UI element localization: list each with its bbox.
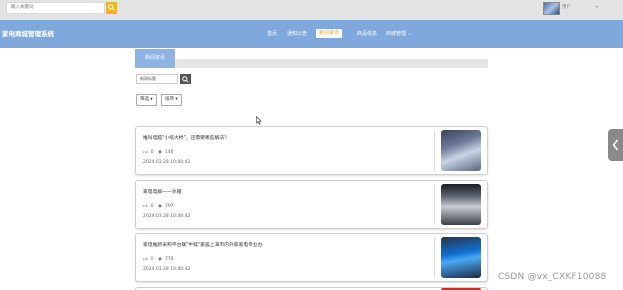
nav-item-news[interactable]: 新闻资讯 (316, 29, 343, 38)
news-card-date: 2024.03.28 10:00:42 (143, 160, 191, 165)
news-card-stats: 👍︎ 0 ◉ 770 (143, 257, 177, 262)
view-icon: ◉ (158, 257, 162, 262)
like-icon: 👍︎ (143, 257, 148, 262)
chevron-down-icon: ⌄ (407, 31, 412, 37)
chevron-down-icon: ▾ (174, 97, 178, 102)
like-icon: 👍︎ (143, 150, 148, 155)
top-bar: 输入关键词 用户 ▾ (0, 0, 623, 20)
filter-dropdown-label: 筛选 (140, 97, 149, 102)
view-count: 797 (164, 204, 174, 209)
filter-search-button[interactable] (180, 74, 191, 84)
like-icon: 👍︎ (143, 204, 148, 209)
news-card-stats: 👍︎ 0 ◉ 146 (143, 150, 177, 155)
view-icon: ◉ (158, 150, 162, 155)
nav-item-mall-manage[interactable]: 商城管理 ⌄ (386, 30, 412, 38)
avatar[interactable] (543, 2, 560, 15)
like-count: 0 (150, 257, 154, 262)
sort-dropdown[interactable]: 排序 ▾ (161, 94, 182, 106)
news-card-title[interactable]: 推叫电脑"小纸大桥"，还需要哪些解法？ (143, 134, 229, 141)
sort-dropdown-label: 排序 (165, 97, 174, 102)
view-count: 770 (164, 257, 174, 262)
side-collapse-tab[interactable] (608, 129, 623, 161)
nav-item-notices[interactable]: 通知公告 (287, 30, 307, 38)
card-divider (434, 131, 435, 171)
filter-dropdown[interactable]: 筛选 ▾ (136, 94, 157, 106)
main-nav: 家电商城管理系统 首页 通知公告 新闻资讯 商品信息 商城管理 ⌄ (0, 20, 623, 48)
card-divider (434, 185, 435, 225)
nav-item-mall-manage-label: 商城管理 (386, 31, 407, 37)
card-divider (434, 238, 435, 278)
nav-item-home[interactable]: 首页 (267, 30, 277, 38)
view-count: 146 (164, 150, 174, 155)
section-divider (175, 59, 488, 68)
search-icon (108, 4, 115, 11)
news-card-stats: 👍︎ 0 ◉ 797 (143, 204, 177, 209)
like-count: 0 (150, 204, 154, 209)
search-input[interactable]: 输入关键词 (6, 2, 105, 14)
view-icon: ◉ (158, 204, 162, 209)
news-card[interactable]: 家电推新采购平台联"牛犊"家居上海市内外家家电专业办 👍︎ 0 ◉ 770 2024… (135, 233, 488, 282)
brand-title: 家电商城管理系统 (2, 30, 54, 38)
news-card-date: 2024.03.28 10:00:42 (143, 214, 191, 219)
user-name[interactable]: 用户 (562, 4, 571, 10)
news-card-title[interactable]: 家电电解——冰箱 (143, 188, 181, 195)
nav-item-products[interactable]: 商品信息 (357, 30, 377, 38)
news-card[interactable]: 家电电解——冰箱 👍︎ 0 ◉ 797 2024.03.28 10:00:42 (135, 180, 488, 229)
news-thumbnail[interactable] (441, 237, 481, 278)
news-thumbnail[interactable] (441, 130, 481, 171)
chevron-down-icon: ▾ (149, 97, 153, 102)
chevron-left-icon (612, 139, 619, 151)
like-count: 0 (150, 150, 154, 155)
news-card[interactable]: 推叫电脑"小纸大桥"，还需要哪些解法？ 👍︎ 0 ◉ 146 2024.03.28 … (135, 126, 488, 175)
news-thumbnail[interactable] (441, 184, 481, 225)
mouse-cursor-icon (256, 116, 262, 125)
chevron-down-icon[interactable]: ▾ (596, 4, 598, 9)
news-title-filter-input[interactable]: 新闻标题 (136, 74, 178, 84)
news-card-date: 2024.03.28 10:00:42 (143, 267, 191, 272)
news-card-title[interactable]: 家电推新采购平台联"牛犊"家居上海市内外家家电专业办 (143, 241, 263, 248)
search-icon (182, 75, 189, 83)
section-title: 新闻资讯 (135, 49, 175, 68)
search-button[interactable] (106, 2, 117, 14)
watermark: CSDN @vx_CXKF10088 (498, 272, 607, 282)
